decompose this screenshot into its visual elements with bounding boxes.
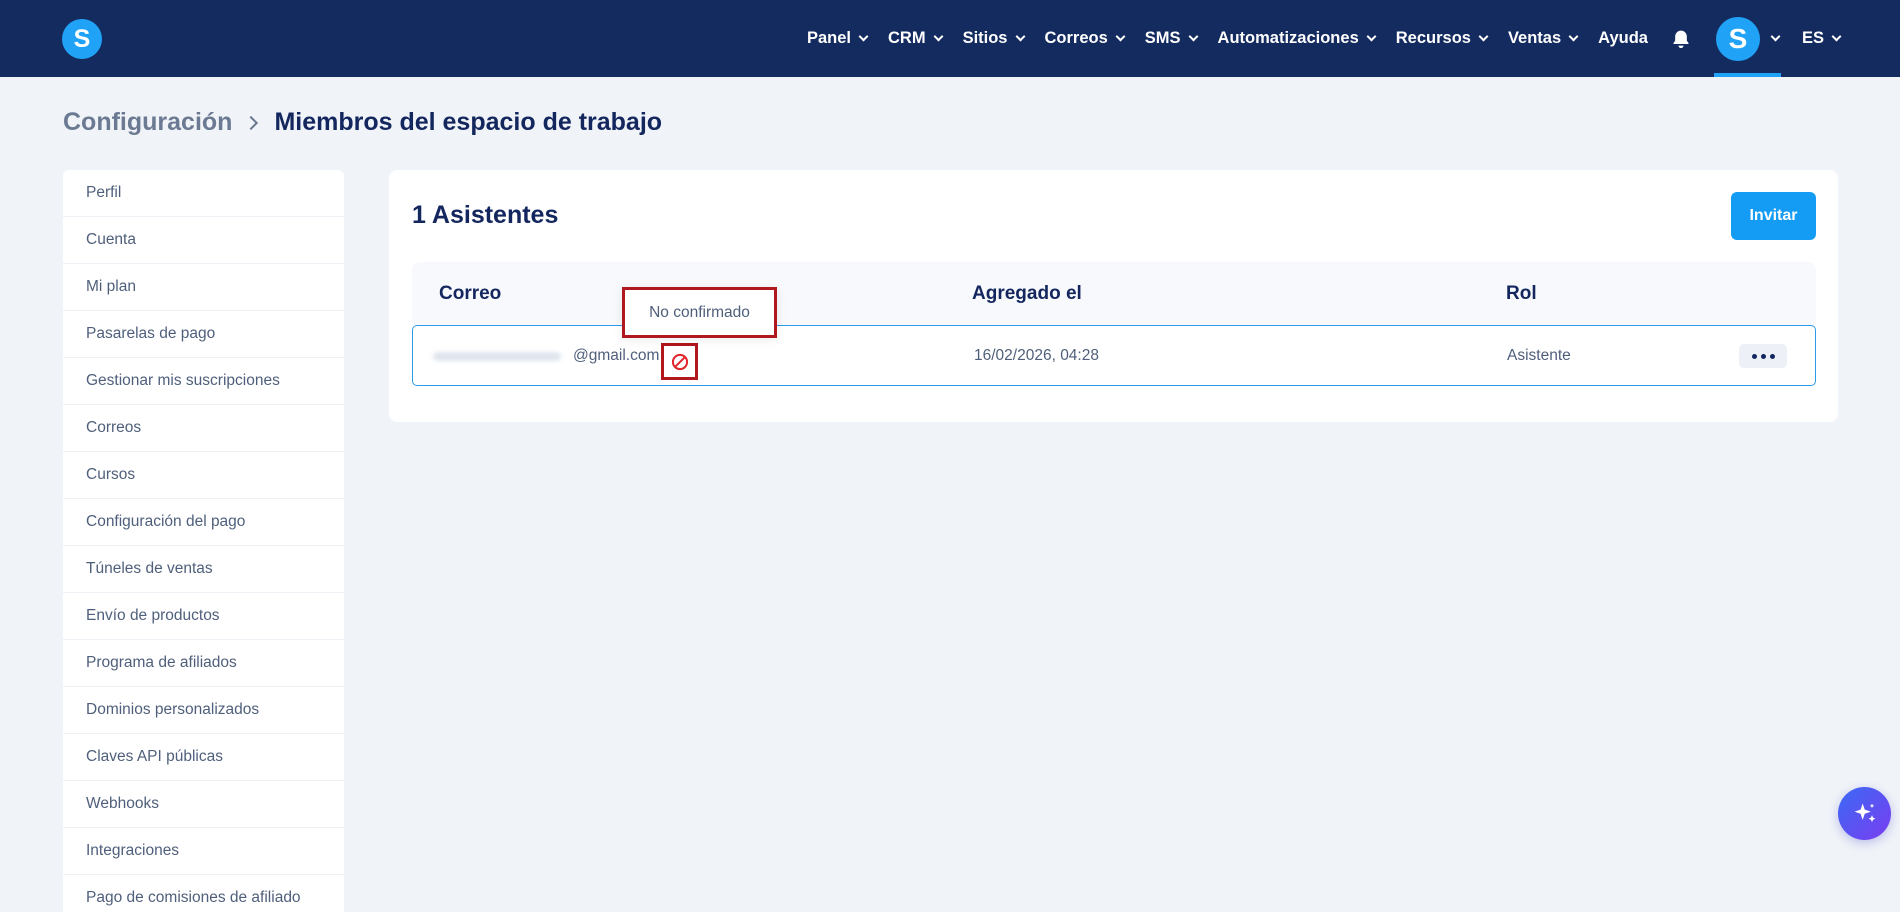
column-header-email: Correo (439, 283, 502, 304)
page-title: Miembros del espacio de trabajo (274, 108, 663, 136)
chevron-down-icon (1115, 31, 1126, 42)
sidebar-item-integraciones[interactable]: Integraciones (63, 828, 344, 875)
chevron-down-icon (1831, 31, 1842, 42)
breadcrumb: Configuración Miembros del espacio de tr… (63, 108, 662, 137)
chevron-down-icon (1015, 31, 1025, 42)
nav-item-recursos[interactable]: Recursos (1395, 29, 1489, 48)
sparkle-icon (1854, 803, 1875, 822)
row-more-options-button[interactable] (1739, 344, 1787, 368)
sidebar-item-programa-de-afiliados[interactable]: Programa de afiliados (63, 640, 344, 687)
sidebar-item-mi-plan[interactable]: Mi plan (63, 264, 344, 311)
column-header-added: Agregado el (972, 283, 1082, 304)
main-nav: Panel CRM Sitios Correos SMS Automatizac… (786, 0, 1900, 77)
ai-assistant-button[interactable] (1838, 787, 1891, 840)
members-card: 1 Asistentes Invitar Correo Agregado el … (389, 170, 1838, 422)
bell-icon[interactable] (1670, 28, 1692, 50)
top-navbar: S Panel CRM Sitios Correos SMS Automatiz… (0, 0, 1900, 77)
member-role: Asistente (1507, 347, 1571, 364)
nav-item-correos[interactable]: Correos (1044, 29, 1126, 48)
nav-item-automatizaciones[interactable]: Automatizaciones (1217, 29, 1377, 48)
app-logo[interactable]: S (62, 19, 102, 59)
nav-item-label: CRM (887, 29, 926, 47)
breadcrumb-parent-link[interactable]: Configuración (63, 108, 232, 137)
sidebar-item-tuneles-de-ventas[interactable]: Túneles de ventas (63, 546, 344, 593)
chevron-down-icon (1188, 31, 1198, 42)
nav-item-crm[interactable]: CRM (887, 29, 944, 48)
redacted-email-local (433, 352, 561, 361)
nav-item-label: Panel (806, 29, 851, 47)
chevron-down-icon (1770, 31, 1781, 42)
nav-item-label: Recursos (1395, 29, 1471, 47)
chevron-down-icon (1478, 31, 1489, 42)
settings-sidebar: Perfil Cuenta Mi plan Pasarelas de pago … (63, 170, 344, 912)
avatar[interactable]: S (1715, 16, 1760, 61)
nav-item-label: Automatizaciones (1217, 29, 1359, 47)
sidebar-item-correos[interactable]: Correos (63, 405, 344, 452)
chevron-down-icon (1568, 31, 1579, 42)
language-label: ES (1801, 29, 1824, 47)
chevron-right-icon (244, 115, 259, 130)
nav-item-ventas[interactable]: Ventas (1507, 29, 1579, 48)
sidebar-item-perfil[interactable]: Perfil (63, 170, 344, 217)
nav-item-ayuda[interactable]: Ayuda (1598, 29, 1648, 48)
invite-button[interactable]: Invitar (1731, 192, 1816, 240)
unconfirmed-status-indicator[interactable] (661, 343, 698, 380)
sidebar-item-claves-api[interactable]: Claves API públicas (63, 734, 344, 781)
nav-item-label: SMS (1144, 29, 1181, 47)
ellipsis-icon (1751, 353, 1757, 359)
language-selector[interactable]: ES (1801, 29, 1842, 48)
sidebar-item-dominios-personalizados[interactable]: Dominios personalizados (63, 687, 344, 734)
member-email-domain: @gmail.com (573, 347, 660, 364)
chevron-down-icon (933, 31, 944, 42)
ban-icon (671, 353, 688, 370)
nav-item-sitios[interactable]: Sitios (962, 29, 1025, 48)
sidebar-item-webhooks[interactable]: Webhooks (63, 781, 344, 828)
user-menu[interactable]: S (1713, 0, 1781, 77)
sidebar-item-envio-de-productos[interactable]: Envío de productos (63, 593, 344, 640)
sidebar-item-pago-comisiones[interactable]: Pago de comisiones de afiliado (63, 875, 344, 912)
chevron-down-icon (1366, 31, 1377, 42)
nav-item-label: Ventas (1507, 29, 1562, 47)
sidebar-item-configuracion-del-pago[interactable]: Configuración del pago (63, 499, 344, 546)
member-added-date: 16/02/2026, 04:28 (974, 347, 1099, 364)
nav-item-sms[interactable]: SMS (1144, 29, 1198, 48)
nav-item-panel[interactable]: Panel (806, 29, 869, 48)
nav-item-label: Correos (1044, 29, 1108, 47)
members-table: Correo Agregado el Rol @gmail.com 16/02/… (412, 262, 1816, 386)
members-count-title: 1 Asistentes (412, 201, 559, 229)
nav-item-label: Sitios (962, 29, 1008, 47)
chevron-down-icon (858, 31, 869, 42)
sidebar-item-cuenta[interactable]: Cuenta (63, 217, 344, 264)
sidebar-item-cursos[interactable]: Cursos (63, 452, 344, 499)
sidebar-item-gestionar-suscripciones[interactable]: Gestionar mis suscripciones (63, 358, 344, 405)
sidebar-item-pasarelas-de-pago[interactable]: Pasarelas de pago (63, 311, 344, 358)
status-tooltip: No confirmado (622, 287, 777, 338)
column-header-role: Rol (1506, 283, 1537, 304)
